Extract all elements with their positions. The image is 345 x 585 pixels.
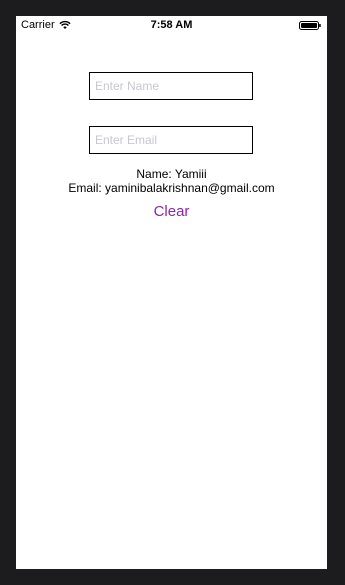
- email-input[interactable]: [89, 126, 253, 154]
- name-output-label: Name: Yamiii: [136, 167, 207, 181]
- status-bar: Carrier 7:58 AM: [16, 16, 327, 36]
- battery-icon: [299, 21, 321, 30]
- email-output-label: Email: yaminibalakrishnan@gmail.com: [68, 181, 275, 195]
- device-frame: Carrier 7:58 AM Name: Yamiii Email: yami…: [0, 0, 345, 585]
- name-input[interactable]: [89, 72, 253, 100]
- app-screen: Carrier 7:58 AM Name: Yamiii Email: yami…: [16, 16, 327, 569]
- status-time: 7:58 AM: [150, 19, 193, 31]
- clear-button[interactable]: Clear: [136, 201, 207, 221]
